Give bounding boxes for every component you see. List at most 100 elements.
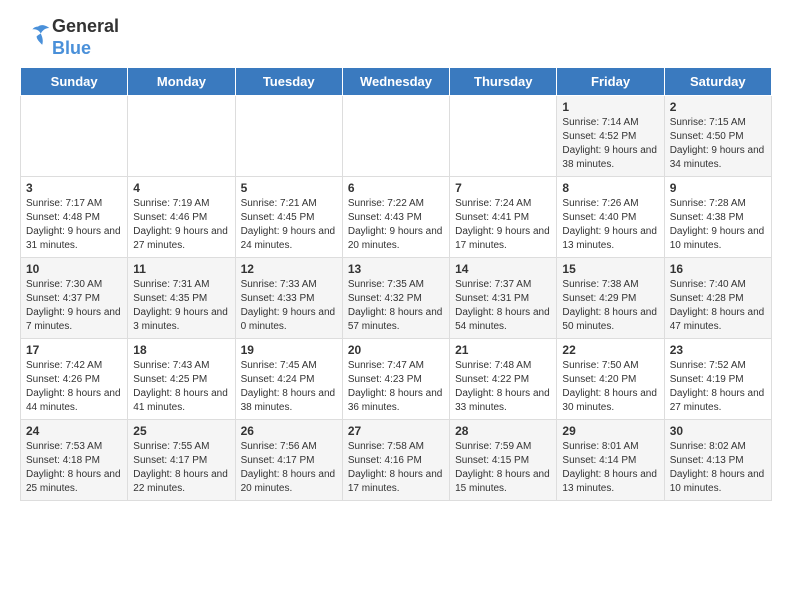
day-info: Sunrise: 7:19 AMSunset: 4:46 PMDaylight:… xyxy=(133,197,229,253)
day-number: 14 xyxy=(455,262,551,276)
day-number: 19 xyxy=(241,343,337,357)
calendar-cell xyxy=(21,96,128,177)
calendar-cell: 13 Sunrise: 7:35 AMSunset: 4:32 PMDayligh… xyxy=(342,258,449,339)
day-number: 30 xyxy=(670,424,766,438)
day-number: 26 xyxy=(241,424,337,438)
calendar-cell: 21Sunrise: 7:48 AMSunset: 4:22 PMDayligh… xyxy=(450,339,557,420)
day-number: 1 xyxy=(562,100,658,114)
calendar-cell: 5 Sunrise: 7:21 AMSunset: 4:45 PMDaylight… xyxy=(235,177,342,258)
day-number: 25 xyxy=(133,424,229,438)
calendar-body: 1 Sunrise: 7:14 AMSunset: 4:52 PMDaylight… xyxy=(21,96,772,501)
calendar-table: SundayMondayTuesdayWednesdayThursdayFrid… xyxy=(20,67,772,501)
day-number: 13 xyxy=(348,262,444,276)
calendar-cell: 28 Sunrise: 7:59 AMSunset: 4:15 PMDayligh… xyxy=(450,420,557,501)
day-number: 17 xyxy=(26,343,122,357)
calendar-cell: 9 Sunrise: 7:28 AMSunset: 4:38 PMDaylight… xyxy=(664,177,771,258)
day-number: 6 xyxy=(348,181,444,195)
day-info: Sunrise: 7:47 AMSunset: 4:23 PMDaylight:… xyxy=(348,359,444,415)
calendar-cell: 29Sunrise: 8:01 AMSunset: 4:14 PMDayligh… xyxy=(557,420,664,501)
calendar-cell: 26Sunrise: 7:56 AMSunset: 4:17 PMDayligh… xyxy=(235,420,342,501)
day-number: 18 xyxy=(133,343,229,357)
day-info: Sunrise: 7:33 AMSunset: 4:33 PMDaylight:… xyxy=(241,278,337,334)
day-number: 5 xyxy=(241,181,337,195)
day-of-week-header: Thursday xyxy=(450,68,557,96)
day-info: Sunrise: 8:01 AMSunset: 4:14 PMDaylight:… xyxy=(562,440,658,496)
day-info: Sunrise: 7:52 AMSunset: 4:19 PMDaylight:… xyxy=(670,359,766,415)
day-number: 27 xyxy=(348,424,444,438)
day-info: Sunrise: 7:45 AMSunset: 4:24 PMDaylight:… xyxy=(241,359,337,415)
calendar-cell: 23 Sunrise: 7:52 AMSunset: 4:19 PMDayligh… xyxy=(664,339,771,420)
day-info: Sunrise: 7:28 AMSunset: 4:38 PMDaylight:… xyxy=(670,197,766,253)
day-number: 21 xyxy=(455,343,551,357)
calendar-week-row: 24Sunrise: 7:53 AMSunset: 4:18 PMDayligh… xyxy=(21,420,772,501)
calendar-cell: 8Sunrise: 7:26 AMSunset: 4:40 PMDaylight… xyxy=(557,177,664,258)
day-number: 11 xyxy=(133,262,229,276)
day-info: Sunrise: 7:35 AMSunset: 4:32 PMDaylight:… xyxy=(348,278,444,334)
day-of-week-header: Friday xyxy=(557,68,664,96)
calendar-cell xyxy=(450,96,557,177)
calendar-cell: 15 Sunrise: 7:38 AMSunset: 4:29 PMDayligh… xyxy=(557,258,664,339)
day-info: Sunrise: 7:22 AMSunset: 4:43 PMDaylight:… xyxy=(348,197,444,253)
day-info: Sunrise: 7:43 AMSunset: 4:25 PMDaylight:… xyxy=(133,359,229,415)
calendar-cell: 2 Sunrise: 7:15 AMSunset: 4:50 PMDaylight… xyxy=(664,96,771,177)
calendar-cell: 4 Sunrise: 7:19 AMSunset: 4:46 PMDaylight… xyxy=(128,177,235,258)
day-number: 10 xyxy=(26,262,122,276)
day-info: Sunrise: 7:50 AMSunset: 4:20 PMDaylight:… xyxy=(562,359,658,415)
day-info: Sunrise: 7:31 AMSunset: 4:35 PMDaylight:… xyxy=(133,278,229,334)
calendar-cell: 10 Sunrise: 7:30 AMSunset: 4:37 PMDayligh… xyxy=(21,258,128,339)
day-of-week-header: Monday xyxy=(128,68,235,96)
day-number: 9 xyxy=(670,181,766,195)
calendar-cell: 18 Sunrise: 7:43 AMSunset: 4:25 PMDayligh… xyxy=(128,339,235,420)
calendar-header: SundayMondayTuesdayWednesdayThursdayFrid… xyxy=(21,68,772,96)
logo: General Blue xyxy=(20,16,119,59)
calendar-cell: 17 Sunrise: 7:42 AMSunset: 4:26 PMDayligh… xyxy=(21,339,128,420)
day-info: Sunrise: 7:21 AMSunset: 4:45 PMDaylight:… xyxy=(241,197,337,253)
calendar-cell xyxy=(235,96,342,177)
calendar-cell xyxy=(342,96,449,177)
calendar-cell: 27 Sunrise: 7:58 AMSunset: 4:16 PMDayligh… xyxy=(342,420,449,501)
day-number: 23 xyxy=(670,343,766,357)
calendar-cell: 6 Sunrise: 7:22 AMSunset: 4:43 PMDaylight… xyxy=(342,177,449,258)
day-info: Sunrise: 7:26 AMSunset: 4:40 PMDaylight:… xyxy=(562,197,658,253)
calendar-cell: 25Sunrise: 7:55 AMSunset: 4:17 PMDayligh… xyxy=(128,420,235,501)
day-number: 28 xyxy=(455,424,551,438)
day-number: 24 xyxy=(26,424,122,438)
day-of-week-header: Wednesday xyxy=(342,68,449,96)
day-info: Sunrise: 7:42 AMSunset: 4:26 PMDaylight:… xyxy=(26,359,122,415)
day-info: Sunrise: 8:02 AMSunset: 4:13 PMDaylight:… xyxy=(670,440,766,496)
day-info: Sunrise: 7:59 AMSunset: 4:15 PMDaylight:… xyxy=(455,440,551,496)
calendar-cell: 3Sunrise: 7:17 AMSunset: 4:48 PMDaylight… xyxy=(21,177,128,258)
day-number: 15 xyxy=(562,262,658,276)
calendar-week-row: 1 Sunrise: 7:14 AMSunset: 4:52 PMDaylight… xyxy=(21,96,772,177)
day-of-week-header: Tuesday xyxy=(235,68,342,96)
calendar-cell: 14 Sunrise: 7:37 AMSunset: 4:31 PMDayligh… xyxy=(450,258,557,339)
day-number: 16 xyxy=(670,262,766,276)
calendar-cell: 19 Sunrise: 7:45 AMSunset: 4:24 PMDayligh… xyxy=(235,339,342,420)
day-number: 4 xyxy=(133,181,229,195)
calendar-cell: 11 Sunrise: 7:31 AMSunset: 4:35 PMDayligh… xyxy=(128,258,235,339)
day-info: Sunrise: 7:14 AMSunset: 4:52 PMDaylight:… xyxy=(562,116,658,172)
day-of-week-header: Sunday xyxy=(21,68,128,96)
day-info: Sunrise: 7:30 AMSunset: 4:37 PMDaylight:… xyxy=(26,278,122,334)
calendar-cell xyxy=(128,96,235,177)
day-info: Sunrise: 7:58 AMSunset: 4:16 PMDaylight:… xyxy=(348,440,444,496)
calendar-cell: 20 Sunrise: 7:47 AMSunset: 4:23 PMDayligh… xyxy=(342,339,449,420)
header: General Blue xyxy=(0,0,792,67)
day-info: Sunrise: 7:40 AMSunset: 4:28 PMDaylight:… xyxy=(670,278,766,334)
calendar-cell: 30 Sunrise: 8:02 AMSunset: 4:13 PMDayligh… xyxy=(664,420,771,501)
calendar-wrapper: SundayMondayTuesdayWednesdayThursdayFrid… xyxy=(0,67,792,511)
logo-bird-icon xyxy=(24,21,52,49)
calendar-week-row: 10 Sunrise: 7:30 AMSunset: 4:37 PMDayligh… xyxy=(21,258,772,339)
day-info: Sunrise: 7:15 AMSunset: 4:50 PMDaylight:… xyxy=(670,116,766,172)
calendar-cell: 12Sunrise: 7:33 AMSunset: 4:33 PMDayligh… xyxy=(235,258,342,339)
day-info: Sunrise: 7:17 AMSunset: 4:48 PMDaylight:… xyxy=(26,197,122,253)
day-of-week-header: Saturday xyxy=(664,68,771,96)
day-info: Sunrise: 7:38 AMSunset: 4:29 PMDaylight:… xyxy=(562,278,658,334)
calendar-week-row: 17 Sunrise: 7:42 AMSunset: 4:26 PMDayligh… xyxy=(21,339,772,420)
calendar-cell: 16 Sunrise: 7:40 AMSunset: 4:28 PMDayligh… xyxy=(664,258,771,339)
day-number: 20 xyxy=(348,343,444,357)
days-of-week-row: SundayMondayTuesdayWednesdayThursdayFrid… xyxy=(21,68,772,96)
calendar-cell: 7Sunrise: 7:24 AMSunset: 4:41 PMDaylight… xyxy=(450,177,557,258)
day-number: 2 xyxy=(670,100,766,114)
day-info: Sunrise: 7:37 AMSunset: 4:31 PMDaylight:… xyxy=(455,278,551,334)
